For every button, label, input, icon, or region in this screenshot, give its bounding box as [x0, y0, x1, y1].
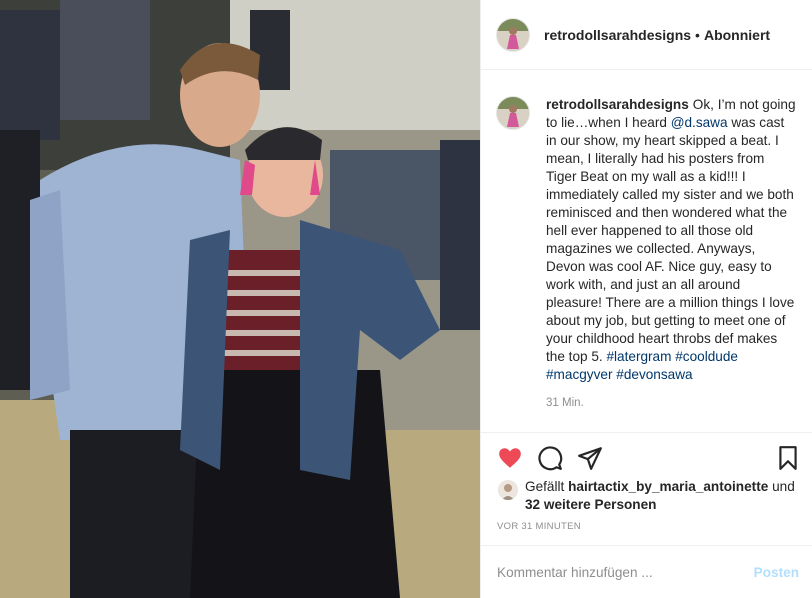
likes-middle: und [768, 479, 795, 494]
caption-text: retrodollsarahdesigns Ok, I’m not going t… [546, 96, 796, 384]
likes-text: Gefällt hairtactix_by_maria_antoinette u… [525, 478, 812, 514]
caption-block: retrodollsarahdesigns Ok, I’m not going t… [481, 96, 812, 412]
hashtag[interactable]: #macgyver [546, 367, 612, 382]
caption-avatar[interactable] [496, 96, 530, 130]
caption-time: 31 Min. [546, 397, 584, 409]
post-side-panel: retrodollsarahdesigns • Abonniert retrodol… [480, 0, 812, 598]
author-avatar[interactable] [496, 17, 530, 52]
post-button[interactable]: Posten [754, 565, 799, 580]
follow-status[interactable]: Abonniert [704, 27, 770, 43]
comment-bubble-icon[interactable] [537, 445, 563, 471]
heart-filled-icon[interactable] [497, 445, 523, 471]
liker-username[interactable]: hairtactix_by_maria_antoinette [568, 479, 768, 494]
paper-plane-icon[interactable] [577, 445, 603, 471]
action-bar [481, 432, 812, 480]
post-date: VOR 31 MINUTEN [497, 521, 581, 532]
likes-prefix: Gefällt [525, 479, 569, 494]
post-photo[interactable] [0, 0, 480, 598]
caption-body: retrodollsarahdesigns Ok, I’m not going t… [546, 96, 796, 412]
header-separator: • [695, 26, 700, 43]
header-text: retrodollsarahdesigns • Abonniert [544, 27, 770, 43]
photo-illustration [0, 0, 480, 598]
caption-mention[interactable]: @d.sawa [671, 115, 728, 130]
hashtag[interactable]: #devonsawa [616, 367, 692, 382]
caption-text-part-2: was cast in our show, my heart skipped a… [546, 115, 795, 364]
bookmark-icon[interactable] [775, 445, 801, 471]
add-comment-bar: Posten [481, 545, 812, 598]
caption-username[interactable]: retrodollsarahdesigns [546, 97, 689, 112]
author-username[interactable]: retrodollsarahdesigns [544, 27, 691, 43]
liker-avatar[interactable] [498, 480, 518, 500]
likes-summary: Gefällt hairtactix_by_maria_antoinette u… [481, 478, 812, 514]
hashtag[interactable]: #latergram [606, 349, 671, 364]
comment-input[interactable] [497, 561, 737, 583]
post-header: retrodollsarahdesigns • Abonniert [481, 0, 812, 70]
likes-others[interactable]: 32 weitere Personen [525, 497, 656, 512]
hashtag[interactable]: #cooldude [675, 349, 738, 364]
